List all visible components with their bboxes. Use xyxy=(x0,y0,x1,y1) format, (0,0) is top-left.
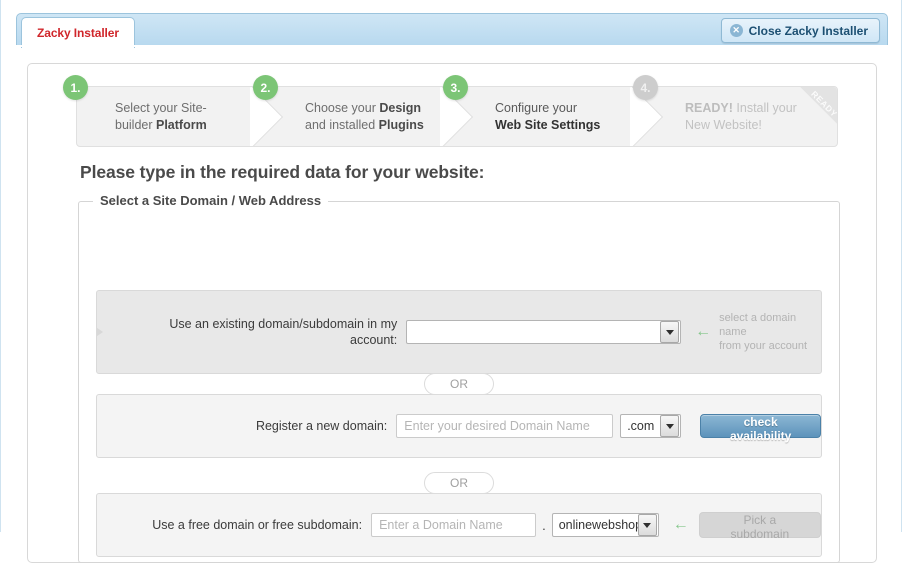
subdomain-suffix-value: onlinewebshop. xyxy=(558,518,638,532)
subdomain-suffix-select[interactable]: onlinewebshop. xyxy=(551,513,659,537)
free-domain-input[interactable] xyxy=(371,513,537,537)
existing-domain-select[interactable] xyxy=(406,320,682,344)
step-1[interactable]: 1. Select your Site- builder Platform xyxy=(63,75,267,146)
step-2-number: 2. xyxy=(253,75,278,100)
step-2-line2-plain: and installed xyxy=(305,117,379,132)
tld-select-value: .com xyxy=(627,419,655,433)
tld-select[interactable]: .com xyxy=(620,414,682,438)
or-divider-1: OR xyxy=(424,373,494,395)
installer-window: Zacky Installer ✕ Close Zacky Installer … xyxy=(0,0,902,563)
close-circle-icon: ✕ xyxy=(729,24,743,37)
ready-ribbon-label: READY xyxy=(809,88,837,120)
check-availability-button[interactable]: check availability xyxy=(700,414,821,443)
existing-domain-panel: Use an existing domain/subdomain in my a… xyxy=(96,290,822,374)
step-1-line2-plain: builder xyxy=(115,117,156,132)
step-1-number: 1. xyxy=(63,75,88,100)
arrow-left-icon: ← xyxy=(695,323,712,340)
free-domain-label: Use a free domain or free subdomain: xyxy=(152,518,363,532)
step-1-label: Select your Site- builder Platform xyxy=(115,100,207,134)
tab-bar: Zacky Installer ✕ Close Zacky Installer xyxy=(16,13,888,48)
step-3-line1: Configure your xyxy=(495,100,577,115)
content-card: 1. Select your Site- builder Platform 2.… xyxy=(27,63,877,563)
existing-domain-hint-line2: from your account xyxy=(719,340,808,352)
step-3-line2-bold: Web Site Settings xyxy=(495,117,601,132)
domain-fieldset: Select a Site Domain / Web Address Use a… xyxy=(78,193,840,563)
ready-ribbon: READY xyxy=(785,87,837,139)
tab-underline xyxy=(16,45,888,47)
close-zacky-installer-button[interactable]: ✕ Close Zacky Installer xyxy=(720,18,880,43)
close-button-label: Close Zacky Installer xyxy=(748,23,868,38)
step-3[interactable]: 3. Configure your Web Site Settings xyxy=(443,75,647,146)
register-domain-label: Register a new domain: xyxy=(255,419,388,433)
step-4-line1-bold: READY! xyxy=(685,100,733,115)
existing-domain-hint: select a domain name from your account xyxy=(719,311,821,353)
step-3-number: 3. xyxy=(443,75,468,100)
or-divider-2: OR xyxy=(424,472,494,494)
fieldset-legend: Select a Site Domain / Web Address xyxy=(93,193,329,208)
domain-dot-separator: . xyxy=(542,517,546,533)
existing-domain-label-line1: Use an existing domain/subdomain in my xyxy=(169,317,398,331)
arrow-left-icon: ← xyxy=(672,516,689,533)
step-2-line1-bold: Design xyxy=(379,100,422,115)
step-2-label: Choose your Design and installed Plugins xyxy=(305,100,424,134)
step-4-line2: New Website! xyxy=(685,117,762,132)
chevron-down-icon[interactable] xyxy=(660,321,680,343)
step-2-line2-bold: Plugins xyxy=(378,117,424,132)
chevron-down-icon[interactable] xyxy=(660,415,680,437)
step-4: 4. READY! Install your New Website! READ… xyxy=(633,75,837,146)
step-2-line1-plain: Choose your xyxy=(305,100,380,115)
step-3-label: Configure your Web Site Settings xyxy=(495,100,600,134)
tab-zacky-installer[interactable]: Zacky Installer xyxy=(21,17,135,48)
step-progress-bar: 1. Select your Site- builder Platform 2.… xyxy=(63,75,838,147)
register-domain-panel: Register a new domain: .com check availa… xyxy=(96,394,822,458)
step-4-label: READY! Install your New Website! xyxy=(685,100,797,134)
page-title: Please type in the required data for you… xyxy=(80,162,485,182)
step-2[interactable]: 2. Choose your Design and installed Plug… xyxy=(253,75,457,146)
existing-domain-hint-line1: select a domain name xyxy=(719,312,797,338)
chevron-down-icon[interactable] xyxy=(637,514,657,536)
register-domain-input[interactable] xyxy=(396,414,614,438)
free-domain-panel: Use a free domain or free subdomain: . o… xyxy=(96,493,822,557)
step-4-number: 4. xyxy=(633,75,658,100)
existing-domain-label-line2: account: xyxy=(350,333,398,347)
existing-domain-label: Use an existing domain/subdomain in my a… xyxy=(115,316,397,348)
step-1-line2-bold: Platform xyxy=(156,117,207,132)
tab-label: Zacky Installer xyxy=(37,26,119,40)
step-1-line1: Select your Site- xyxy=(115,100,207,115)
pick-subdomain-button[interactable]: Pick a subdomain xyxy=(698,512,821,541)
